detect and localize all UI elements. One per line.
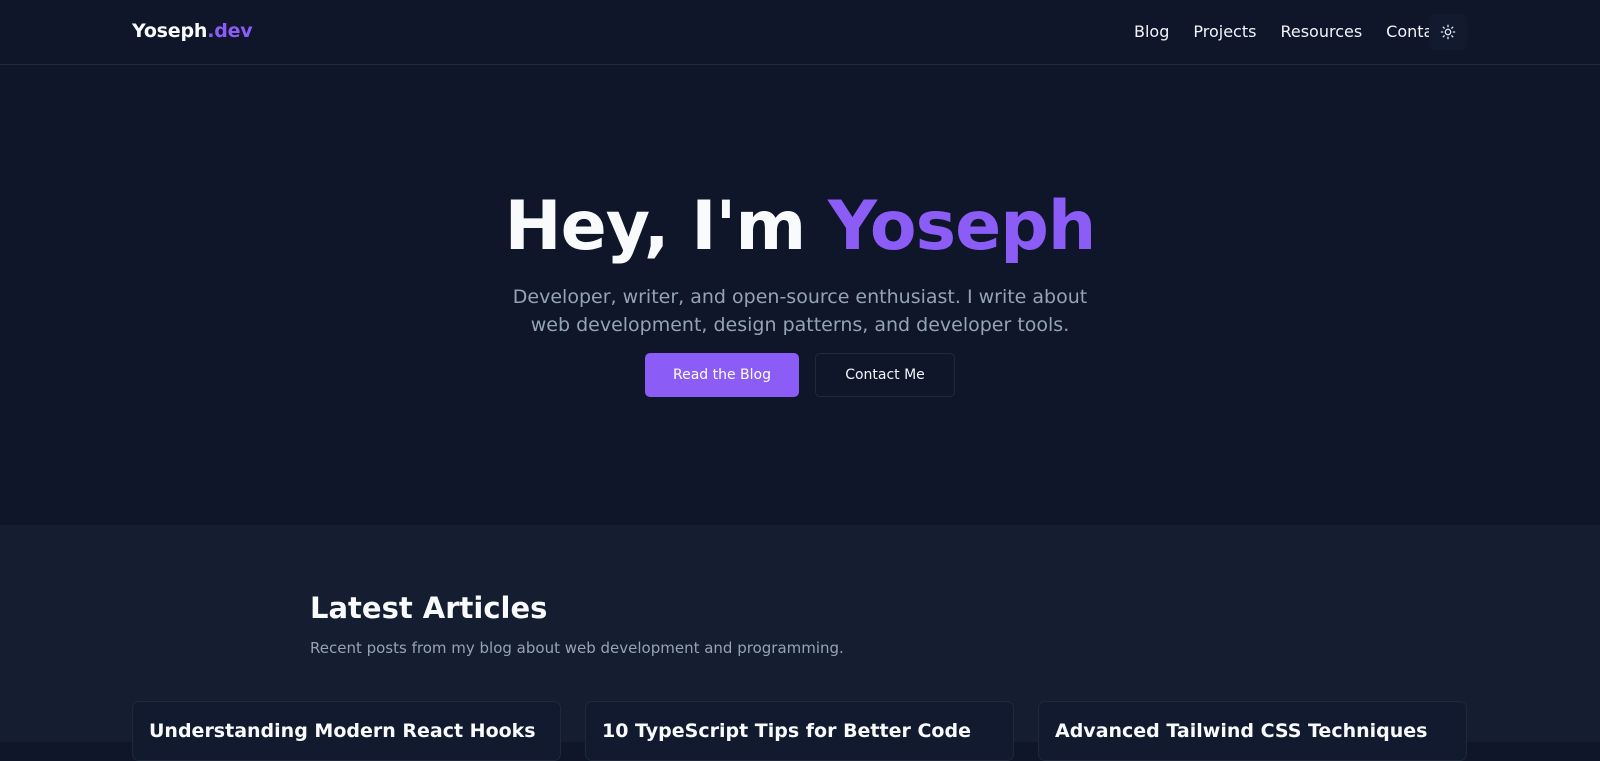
article-card[interactable]: Understanding Modern React Hooks bbox=[132, 701, 561, 761]
article-card[interactable]: Advanced Tailwind CSS Techniques bbox=[1038, 701, 1467, 761]
article-card-title: Understanding Modern React Hooks bbox=[149, 720, 536, 742]
hero-subtitle: Developer, writer, and open-source enthu… bbox=[512, 286, 1088, 336]
hero-title-name: Yoseph bbox=[827, 187, 1096, 266]
article-card-title: 10 TypeScript Tips for Better Code bbox=[602, 720, 971, 742]
brand-tld: .dev bbox=[207, 20, 253, 42]
contact-me-button[interactable]: Contact Me bbox=[815, 353, 955, 397]
sun-icon bbox=[1440, 24, 1456, 40]
nav-link-blog[interactable]: Blog bbox=[1134, 22, 1169, 41]
main-nav: Blog Projects Resources Contact bbox=[1134, 22, 1448, 41]
article-card[interactable]: 10 TypeScript Tips for Better Code bbox=[585, 701, 1014, 761]
article-card-title: Advanced Tailwind CSS Techniques bbox=[1055, 720, 1428, 742]
read-blog-button[interactable]: Read the Blog bbox=[645, 353, 799, 397]
nav-link-projects[interactable]: Projects bbox=[1193, 22, 1256, 41]
hero-section: Hey, I'm Yoseph Developer, writer, and o… bbox=[0, 65, 1600, 525]
brand-name: Yoseph bbox=[132, 20, 208, 42]
theme-toggle-button[interactable] bbox=[1429, 14, 1467, 50]
section-subheading: Recent posts from my blog about web deve… bbox=[310, 639, 844, 657]
site-logo[interactable]: Yoseph.dev bbox=[132, 20, 253, 42]
nav-link-resources[interactable]: Resources bbox=[1280, 22, 1362, 41]
hero-title: Hey, I'm Yoseph bbox=[0, 187, 1600, 266]
latest-articles-section: Latest Articles Recent posts from my blo… bbox=[0, 525, 1600, 761]
section-heading: Latest Articles bbox=[310, 591, 548, 625]
top-navigation-bar: Yoseph.dev Blog Projects Resources Conta… bbox=[0, 0, 1600, 65]
hero-title-prefix: Hey, I'm bbox=[504, 187, 828, 266]
